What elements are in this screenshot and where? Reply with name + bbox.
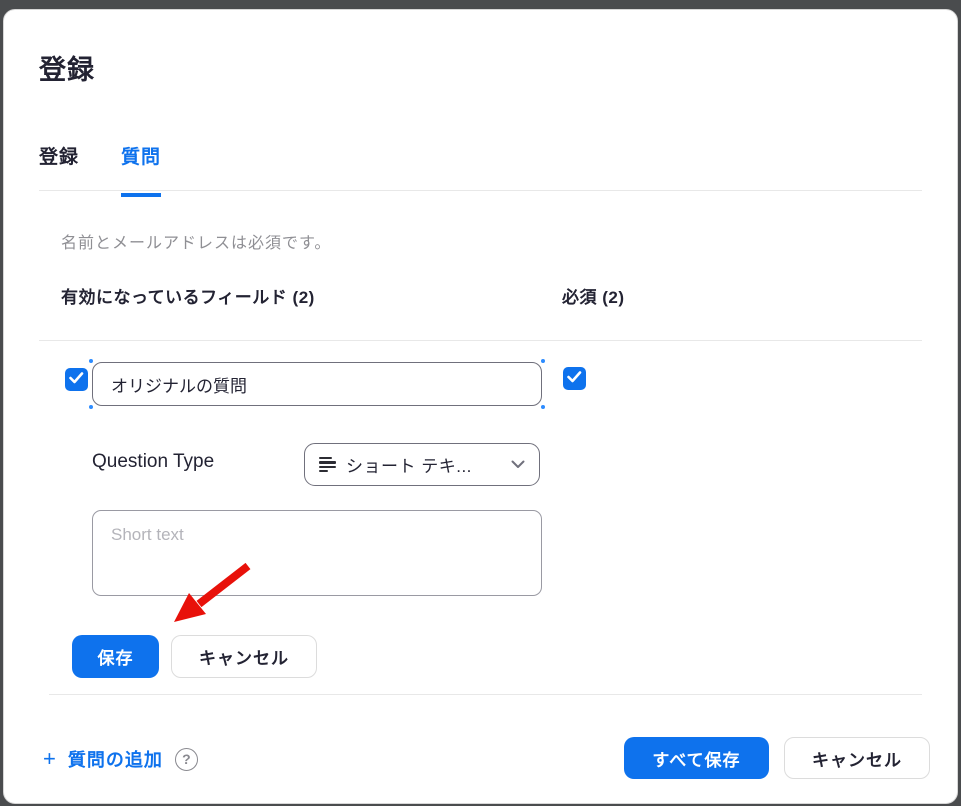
- add-question-label: 質問の追加: [68, 746, 163, 772]
- help-icon[interactable]: ?: [175, 748, 198, 771]
- answer-preview-textarea[interactable]: [92, 510, 542, 596]
- column-header-enabled-fields: 有効になっているフィールド (2): [61, 283, 315, 308]
- dialog-title: 登録: [39, 48, 95, 87]
- question-title-input[interactable]: [92, 362, 542, 406]
- tab-questions[interactable]: 質問: [121, 142, 161, 197]
- tab-registration[interactable]: 登録: [39, 142, 79, 197]
- header-divider: [39, 340, 922, 341]
- short-text-icon: [319, 457, 336, 473]
- required-note: 名前とメールアドレスは必須です。: [61, 229, 331, 253]
- required-checkbox[interactable]: [563, 367, 586, 390]
- plus-icon: +: [43, 748, 56, 770]
- selection-handle: [541, 405, 545, 409]
- checkmark-icon: [69, 371, 84, 389]
- question-type-value: ショート テキ...: [346, 452, 501, 477]
- selection-handle: [89, 359, 93, 363]
- save-button[interactable]: 保存: [72, 635, 159, 678]
- cancel-button[interactable]: キャンセル: [171, 635, 317, 678]
- question-title-field-wrap: [92, 362, 542, 406]
- tab-bar: 登録 質問: [39, 142, 161, 197]
- column-header-required: 必須 (2): [562, 283, 625, 308]
- tabs-divider: [39, 190, 922, 191]
- chevron-down-icon: [511, 456, 525, 474]
- registration-dialog: 登録 登録 質問 名前とメールアドレスは必須です。 有効になっているフィールド …: [3, 9, 958, 804]
- question-type-label: Question Type: [92, 451, 214, 473]
- footer-cancel-button[interactable]: キャンセル: [784, 737, 930, 779]
- save-all-button[interactable]: すべて保存: [624, 737, 769, 779]
- enabled-checkbox[interactable]: [65, 368, 88, 391]
- add-question-link[interactable]: + 質問の追加 ?: [43, 746, 198, 772]
- question-type-dropdown[interactable]: ショート テキ...: [304, 443, 540, 486]
- selection-handle: [89, 405, 93, 409]
- selection-handle: [541, 359, 545, 363]
- checkmark-icon: [567, 370, 582, 388]
- footer-divider: [49, 694, 922, 695]
